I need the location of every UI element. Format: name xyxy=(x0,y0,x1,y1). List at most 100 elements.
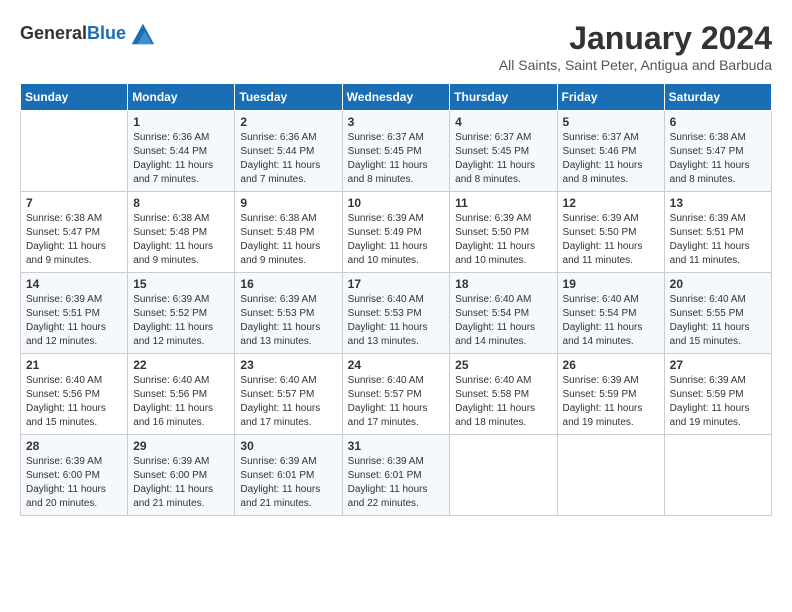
day-cell xyxy=(450,435,557,516)
day-info: Sunrise: 6:39 AM Sunset: 6:01 PM Dayligh… xyxy=(240,455,336,511)
day-number: 24 xyxy=(348,358,445,372)
day-cell: 8 Sunrise: 6:38 AM Sunset: 5:48 PM Daylig… xyxy=(128,192,235,273)
day-cell: 1Sunrise: 6:36 AM Sunset: 5:44 PM Daylig… xyxy=(128,111,235,192)
day-cell: 5 Sunrise: 6:37 AM Sunset: 5:46 PM Daylig… xyxy=(557,111,664,192)
day-number: 8 xyxy=(133,196,229,210)
day-number: 25 xyxy=(455,358,551,372)
day-cell: 26Sunrise: 6:39 AM Sunset: 5:59 PM Dayli… xyxy=(557,354,664,435)
day-info: Sunrise: 6:39 AM Sunset: 6:00 PM Dayligh… xyxy=(133,455,229,511)
day-cell: 14 Sunrise: 6:39 AM Sunset: 5:51 PM Dayli… xyxy=(21,273,128,354)
day-info: Sunrise: 6:36 AM Sunset: 5:44 PM Dayligh… xyxy=(240,131,336,187)
day-number: 27 xyxy=(670,358,766,372)
week-row-3: 14 Sunrise: 6:39 AM Sunset: 5:51 PM Dayli… xyxy=(21,273,772,354)
day-number: 19 xyxy=(563,277,659,291)
logo-icon xyxy=(128,20,156,48)
day-cell: 29 Sunrise: 6:39 AM Sunset: 6:00 PM Dayli… xyxy=(128,435,235,516)
day-cell: 31Sunrise: 6:39 AM Sunset: 6:01 PM Dayli… xyxy=(342,435,450,516)
day-cell: 4 Sunrise: 6:37 AM Sunset: 5:45 PM Daylig… xyxy=(450,111,557,192)
col-header-friday: Friday xyxy=(557,84,664,111)
day-info: Sunrise: 6:40 AM Sunset: 5:57 PM Dayligh… xyxy=(240,374,336,430)
day-info: Sunrise: 6:40 AM Sunset: 5:57 PM Dayligh… xyxy=(348,374,445,430)
col-header-sunday: Sunday xyxy=(21,84,128,111)
day-cell xyxy=(557,435,664,516)
day-number: 29 xyxy=(133,439,229,453)
day-info: Sunrise: 6:40 AM Sunset: 5:56 PM Dayligh… xyxy=(26,374,122,430)
day-cell: 30 Sunrise: 6:39 AM Sunset: 6:01 PM Dayli… xyxy=(235,435,342,516)
logo-text: GeneralBlue xyxy=(20,24,126,44)
day-number: 12 xyxy=(563,196,659,210)
header-row: SundayMondayTuesdayWednesdayThursdayFrid… xyxy=(21,84,772,111)
day-number: 28 xyxy=(26,439,122,453)
day-cell: 25 Sunrise: 6:40 AM Sunset: 5:58 PM Dayli… xyxy=(450,354,557,435)
day-number: 30 xyxy=(240,439,336,453)
day-cell: 3 Sunrise: 6:37 AM Sunset: 5:45 PM Daylig… xyxy=(342,111,450,192)
day-number: 15 xyxy=(133,277,229,291)
calendar-table: SundayMondayTuesdayWednesdayThursdayFrid… xyxy=(20,83,772,516)
day-info: Sunrise: 6:38 AM Sunset: 5:47 PM Dayligh… xyxy=(670,131,766,187)
day-cell: 23Sunrise: 6:40 AM Sunset: 5:57 PM Dayli… xyxy=(235,354,342,435)
day-info: Sunrise: 6:39 AM Sunset: 5:49 PM Dayligh… xyxy=(348,212,445,268)
day-info: Sunrise: 6:38 AM Sunset: 5:48 PM Dayligh… xyxy=(133,212,229,268)
day-number: 3 xyxy=(348,115,445,129)
day-number: 31 xyxy=(348,439,445,453)
day-cell: 13 Sunrise: 6:39 AM Sunset: 5:51 PM Dayli… xyxy=(664,192,771,273)
day-info: Sunrise: 6:40 AM Sunset: 5:56 PM Dayligh… xyxy=(133,374,229,430)
day-info: Sunrise: 6:39 AM Sunset: 6:00 PM Dayligh… xyxy=(26,455,122,511)
day-info: Sunrise: 6:37 AM Sunset: 5:45 PM Dayligh… xyxy=(348,131,445,187)
day-number: 17 xyxy=(348,277,445,291)
day-info: Sunrise: 6:40 AM Sunset: 5:54 PM Dayligh… xyxy=(563,293,659,349)
day-number: 16 xyxy=(240,277,336,291)
day-info: Sunrise: 6:39 AM Sunset: 5:51 PM Dayligh… xyxy=(26,293,122,349)
day-cell: 11 Sunrise: 6:39 AM Sunset: 5:50 PM Dayli… xyxy=(450,192,557,273)
day-cell: 20 Sunrise: 6:40 AM Sunset: 5:55 PM Dayli… xyxy=(664,273,771,354)
day-cell: 9Sunrise: 6:38 AM Sunset: 5:48 PM Daylig… xyxy=(235,192,342,273)
day-number: 22 xyxy=(133,358,229,372)
day-cell: 6 Sunrise: 6:38 AM Sunset: 5:47 PM Daylig… xyxy=(664,111,771,192)
title-block: January 2024 All Saints, Saint Peter, An… xyxy=(499,20,772,73)
day-info: Sunrise: 6:39 AM Sunset: 5:53 PM Dayligh… xyxy=(240,293,336,349)
day-cell: 16 Sunrise: 6:39 AM Sunset: 5:53 PM Dayli… xyxy=(235,273,342,354)
logo: GeneralBlue xyxy=(20,20,156,48)
day-info: Sunrise: 6:40 AM Sunset: 5:53 PM Dayligh… xyxy=(348,293,445,349)
month-title: January 2024 xyxy=(499,20,772,57)
day-info: Sunrise: 6:38 AM Sunset: 5:47 PM Dayligh… xyxy=(26,212,122,268)
day-cell: 27 Sunrise: 6:39 AM Sunset: 5:59 PM Dayli… xyxy=(664,354,771,435)
day-number: 13 xyxy=(670,196,766,210)
day-number: 14 xyxy=(26,277,122,291)
day-number: 20 xyxy=(670,277,766,291)
day-cell: 24 Sunrise: 6:40 AM Sunset: 5:57 PM Dayli… xyxy=(342,354,450,435)
day-number: 2 xyxy=(240,115,336,129)
col-header-tuesday: Tuesday xyxy=(235,84,342,111)
day-cell: 15Sunrise: 6:39 AM Sunset: 5:52 PM Dayli… xyxy=(128,273,235,354)
day-info: Sunrise: 6:40 AM Sunset: 5:58 PM Dayligh… xyxy=(455,374,551,430)
col-header-monday: Monday xyxy=(128,84,235,111)
day-number: 11 xyxy=(455,196,551,210)
day-info: Sunrise: 6:40 AM Sunset: 5:55 PM Dayligh… xyxy=(670,293,766,349)
week-row-5: 28 Sunrise: 6:39 AM Sunset: 6:00 PM Dayli… xyxy=(21,435,772,516)
day-number: 9 xyxy=(240,196,336,210)
day-info: Sunrise: 6:39 AM Sunset: 5:59 PM Dayligh… xyxy=(563,374,659,430)
day-number: 1 xyxy=(133,115,229,129)
location-subtitle: All Saints, Saint Peter, Antigua and Bar… xyxy=(499,57,772,73)
day-info: Sunrise: 6:37 AM Sunset: 5:45 PM Dayligh… xyxy=(455,131,551,187)
day-number: 10 xyxy=(348,196,445,210)
day-cell: 21 Sunrise: 6:40 AM Sunset: 5:56 PM Dayli… xyxy=(21,354,128,435)
day-number: 5 xyxy=(563,115,659,129)
day-number: 6 xyxy=(670,115,766,129)
day-cell: 28 Sunrise: 6:39 AM Sunset: 6:00 PM Dayli… xyxy=(21,435,128,516)
day-info: Sunrise: 6:39 AM Sunset: 5:50 PM Dayligh… xyxy=(563,212,659,268)
day-info: Sunrise: 6:37 AM Sunset: 5:46 PM Dayligh… xyxy=(563,131,659,187)
day-cell: 7 Sunrise: 6:38 AM Sunset: 5:47 PM Daylig… xyxy=(21,192,128,273)
week-row-1: 1 Sunrise: 6:36 AM Sunset: 5:44 PM Daylig… xyxy=(21,111,772,192)
day-cell xyxy=(664,435,771,516)
day-number: 21 xyxy=(26,358,122,372)
day-info: Sunrise: 6:39 AM Sunset: 5:50 PM Dayligh… xyxy=(455,212,551,268)
day-number: 4 xyxy=(455,115,551,129)
day-info: Sunrise: 6:40 AM Sunset: 5:54 PM Dayligh… xyxy=(455,293,551,349)
day-info: Sunrise: 6:39 AM Sunset: 5:59 PM Dayligh… xyxy=(670,374,766,430)
day-info: Sunrise: 6:39 AM Sunset: 5:51 PM Dayligh… xyxy=(670,212,766,268)
day-cell: 18Sunrise: 6:40 AM Sunset: 5:54 PM Dayli… xyxy=(450,273,557,354)
week-row-2: 7 Sunrise: 6:38 AM Sunset: 5:47 PM Daylig… xyxy=(21,192,772,273)
day-number: 7 xyxy=(26,196,122,210)
day-cell xyxy=(21,111,128,192)
